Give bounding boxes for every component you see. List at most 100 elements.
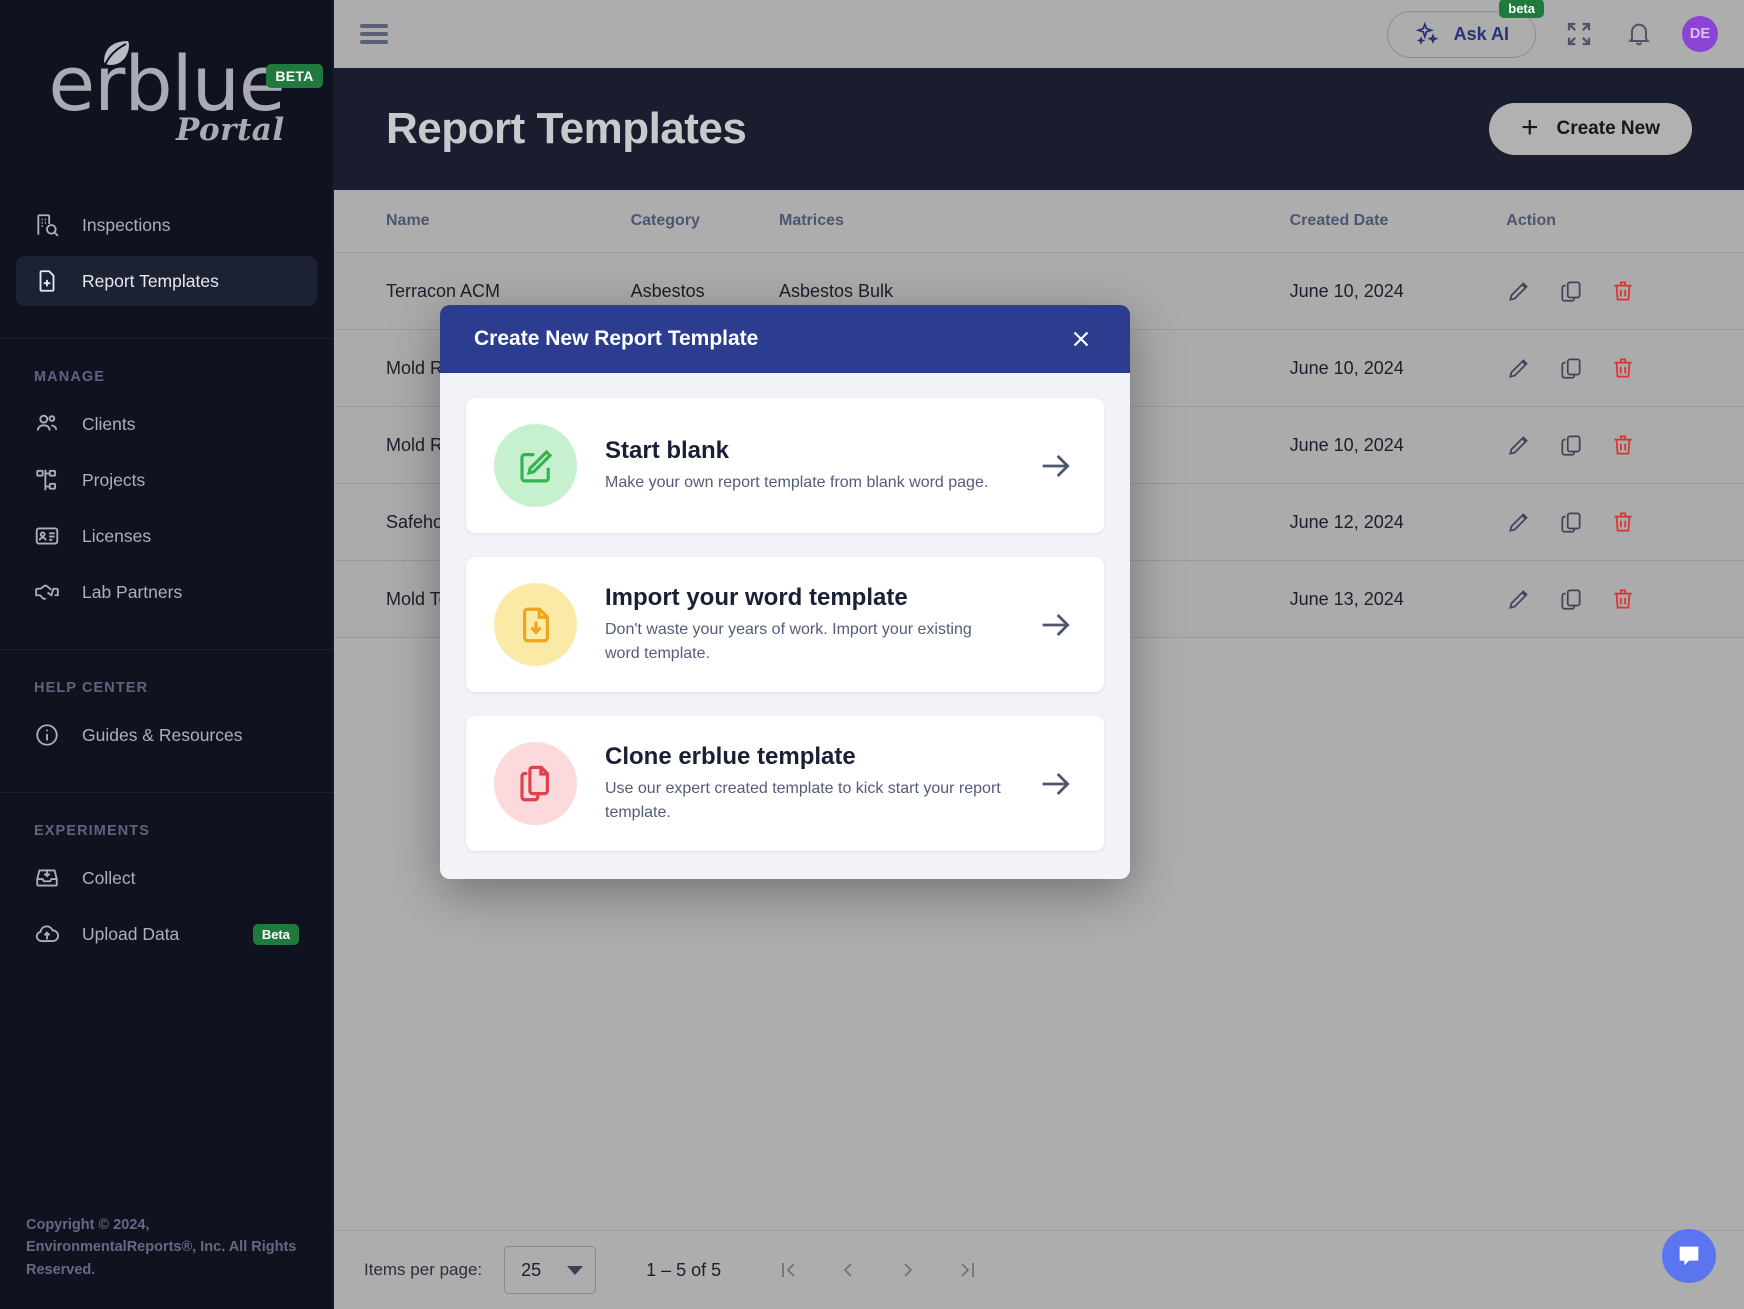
option-start-blank[interactable]: Start blank Make your own report templat… <box>466 398 1104 533</box>
edit-icon[interactable] <box>1506 586 1532 612</box>
column-header-created-date[interactable]: Created Date <box>1289 190 1507 253</box>
option-icon-wrap <box>494 583 577 666</box>
cell-created-date: June 10, 2024 <box>1289 406 1507 484</box>
sidebar-item-report-templates[interactable]: Report Templates <box>16 256 317 306</box>
arrow-right-icon[interactable] <box>1036 764 1076 804</box>
option-title: Import your word template <box>605 584 908 612</box>
arrow-right-icon[interactable] <box>1036 605 1076 645</box>
delete-icon[interactable] <box>1610 586 1636 612</box>
delete-icon[interactable] <box>1610 355 1636 381</box>
option-text: Clone erblue template Use our expert cre… <box>605 743 1024 823</box>
top-bar: Ask AI beta DE <box>334 0 1744 68</box>
chevron-down-icon <box>567 1265 584 1275</box>
option-text: Start blank Make your own report templat… <box>605 437 1024 494</box>
brand-logo[interactable]: erblue Portal BETA <box>0 0 333 196</box>
paginator: Items per page: 25 1 – 5 of 5 <box>334 1230 1744 1309</box>
cell-created-date: June 13, 2024 <box>1289 560 1507 638</box>
delete-icon[interactable] <box>1610 432 1636 458</box>
column-header-category[interactable]: Category <box>630 190 779 253</box>
page-header: Report Templates + Create New <box>334 68 1744 190</box>
cell-actions <box>1506 329 1744 407</box>
last-page-button[interactable] <box>947 1249 989 1291</box>
sidebar-item-label: Inspections <box>82 214 171 235</box>
sidebar-group-help-center: HELP CENTER Guides & Resources <box>0 650 333 793</box>
arrow-right-icon[interactable] <box>1036 446 1076 486</box>
sidebar-item-projects[interactable]: Projects <box>16 455 317 505</box>
sidebar-item-label: Report Templates <box>82 270 219 291</box>
close-button[interactable] <box>1066 324 1096 354</box>
previous-page-icon <box>843 1263 852 1277</box>
chat-support-button[interactable] <box>1662 1229 1716 1283</box>
items-per-page-value: 25 <box>521 1259 542 1280</box>
option-title: Clone erblue template <box>605 743 856 771</box>
cloud-upload-icon <box>35 925 59 942</box>
copy-icon[interactable] <box>1558 355 1584 381</box>
info-circle-icon <box>36 724 58 746</box>
sidebar-item-collect[interactable]: Collect <box>16 853 317 903</box>
paginator-range-label: 1 – 5 of 5 <box>646 1259 722 1280</box>
top-bar-actions: Ask AI beta DE <box>1386 0 1718 58</box>
edit-icon[interactable] <box>1506 278 1532 304</box>
table-header-row: Name Category Matrices Created Date Acti… <box>334 190 1744 253</box>
file-copy-icon <box>519 765 549 801</box>
sidebar-item-inspections[interactable]: Inspections <box>16 200 317 250</box>
column-header-matrices[interactable]: Matrices <box>779 190 1290 253</box>
close-icon <box>1073 331 1089 347</box>
handshake-icon <box>35 584 59 600</box>
brand-beta-badge: BETA <box>266 63 323 88</box>
cell-actions <box>1506 406 1744 484</box>
next-page-button[interactable] <box>887 1249 929 1291</box>
ask-ai-beta-badge: beta <box>1499 0 1544 18</box>
modal-title: Create New Report Template <box>474 327 759 350</box>
option-subtitle: Don't waste your years of work. Import y… <box>605 621 972 662</box>
pencil-square-icon <box>519 449 552 482</box>
option-text: Import your word template Don't waste yo… <box>605 584 1024 664</box>
column-header-name[interactable]: Name <box>334 190 631 253</box>
copy-icon[interactable] <box>1558 586 1584 612</box>
last-page-icon <box>961 1263 975 1277</box>
building-search-icon <box>37 214 59 237</box>
sidebar-group-manage: MANAGE Clients Projects Licenses Lab Par… <box>0 339 333 650</box>
copy-icon[interactable] <box>1558 432 1584 458</box>
notifications-button[interactable] <box>1622 17 1656 51</box>
sidebar-item-upload-data[interactable]: Upload Data Beta <box>16 909 317 959</box>
option-subtitle: Make your own report template from blank… <box>605 473 989 491</box>
sidebar: erblue Portal BETA Inspections Report Te… <box>0 0 334 1309</box>
create-new-button[interactable]: + Create New <box>1488 103 1692 155</box>
edit-icon[interactable] <box>1506 432 1532 458</box>
leaf-icon <box>104 40 130 66</box>
sidebar-item-clients[interactable]: Clients <box>16 399 317 449</box>
items-per-page-select[interactable]: 25 <box>504 1246 597 1294</box>
app-root: erblue Portal BETA Inspections Report Te… <box>0 0 1744 1309</box>
sidebar-item-badge: Beta <box>252 923 299 945</box>
id-card-icon <box>35 527 59 545</box>
sidebar-item-lab-partners[interactable]: Lab Partners <box>16 567 317 617</box>
avatar[interactable]: DE <box>1682 16 1718 52</box>
plus-icon: + <box>1520 110 1539 144</box>
delete-icon[interactable] <box>1610 278 1636 304</box>
option-clone-erblue-template[interactable]: Clone erblue template Use our expert cre… <box>466 716 1104 851</box>
next-page-icon <box>904 1263 913 1277</box>
edit-icon[interactable] <box>1506 509 1532 535</box>
delete-icon[interactable] <box>1610 509 1636 535</box>
cell-created-date: June 10, 2024 <box>1289 252 1507 330</box>
ask-ai-button[interactable]: Ask AI beta <box>1386 0 1544 58</box>
sparkles-icon <box>1415 21 1438 45</box>
ask-ai-label: Ask AI <box>1453 23 1509 44</box>
copy-icon[interactable] <box>1558 509 1584 535</box>
sidebar-copyright: Copyright © 2024, EnvironmentalReports®,… <box>26 1216 297 1278</box>
copy-icon[interactable] <box>1558 278 1584 304</box>
previous-page-button[interactable] <box>827 1249 869 1291</box>
hamburger-icon[interactable] <box>360 24 388 44</box>
table-header: Name Category Matrices Created Date Acti… <box>334 190 1744 253</box>
edit-icon[interactable] <box>1506 355 1532 381</box>
first-page-button[interactable] <box>767 1249 809 1291</box>
expand-icon <box>1567 22 1591 46</box>
fullscreen-button[interactable] <box>1562 17 1596 51</box>
sidebar-item-label: Clients <box>82 413 136 434</box>
sidebar-item-licenses[interactable]: Licenses <box>16 511 317 561</box>
document-plus-icon <box>39 270 55 292</box>
sidebar-item-guides-resources[interactable]: Guides & Resources <box>16 710 317 760</box>
option-import-word-template[interactable]: Import your word template Don't waste yo… <box>466 557 1104 692</box>
items-per-page-label: Items per page: <box>364 1260 483 1279</box>
